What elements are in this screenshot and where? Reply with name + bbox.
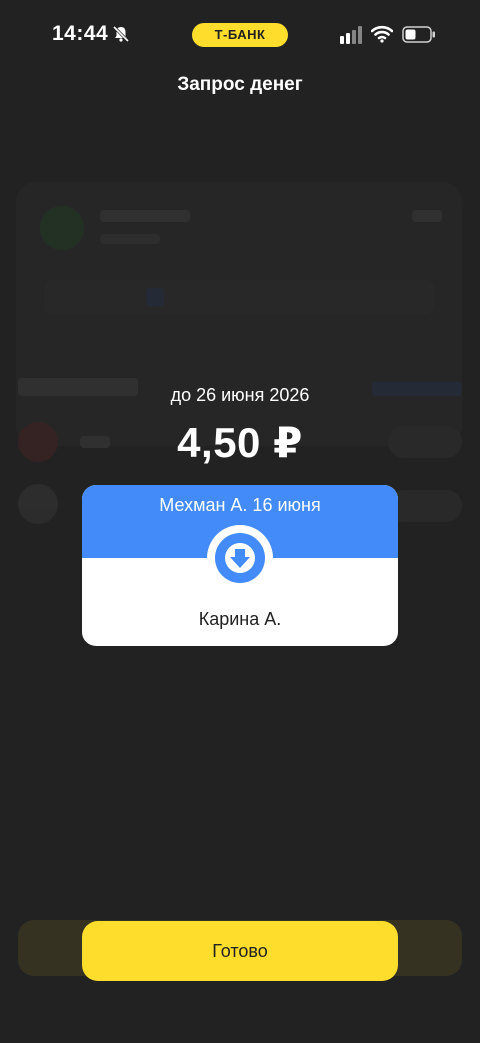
background-pill: [388, 490, 462, 522]
amount: 4,50 ₽: [177, 419, 303, 466]
request-card: Мехман А. 16 июня Карина А.: [82, 485, 398, 646]
background-text: [100, 210, 190, 222]
recipient-name: Карина А.: [198, 609, 282, 629]
page-title: Запрос денег: [177, 74, 303, 95]
done-button[interactable]: Готово: [82, 921, 398, 981]
due-date: до 26 июня 2026: [170, 385, 310, 405]
status-time: 14:44: [52, 22, 109, 45]
bell-slash-icon: [112, 25, 130, 43]
sender-line: Мехман А. 16 июня: [159, 495, 321, 515]
brand-badge: Т-БАНК: [192, 23, 288, 47]
background-icon: [146, 288, 164, 306]
background-text: [412, 210, 442, 222]
background-avatar: [40, 206, 84, 250]
background-card: [16, 182, 462, 446]
battery-icon: [402, 26, 435, 43]
background-bar: [44, 280, 434, 314]
background-avatar: [18, 484, 58, 524]
signal-icon: [340, 26, 362, 44]
background-text: [100, 234, 160, 244]
status-bar: 14:44 Т-БАНК: [0, 0, 480, 70]
wifi-icon: [371, 25, 393, 43]
arrow-down-icon: [225, 543, 255, 573]
